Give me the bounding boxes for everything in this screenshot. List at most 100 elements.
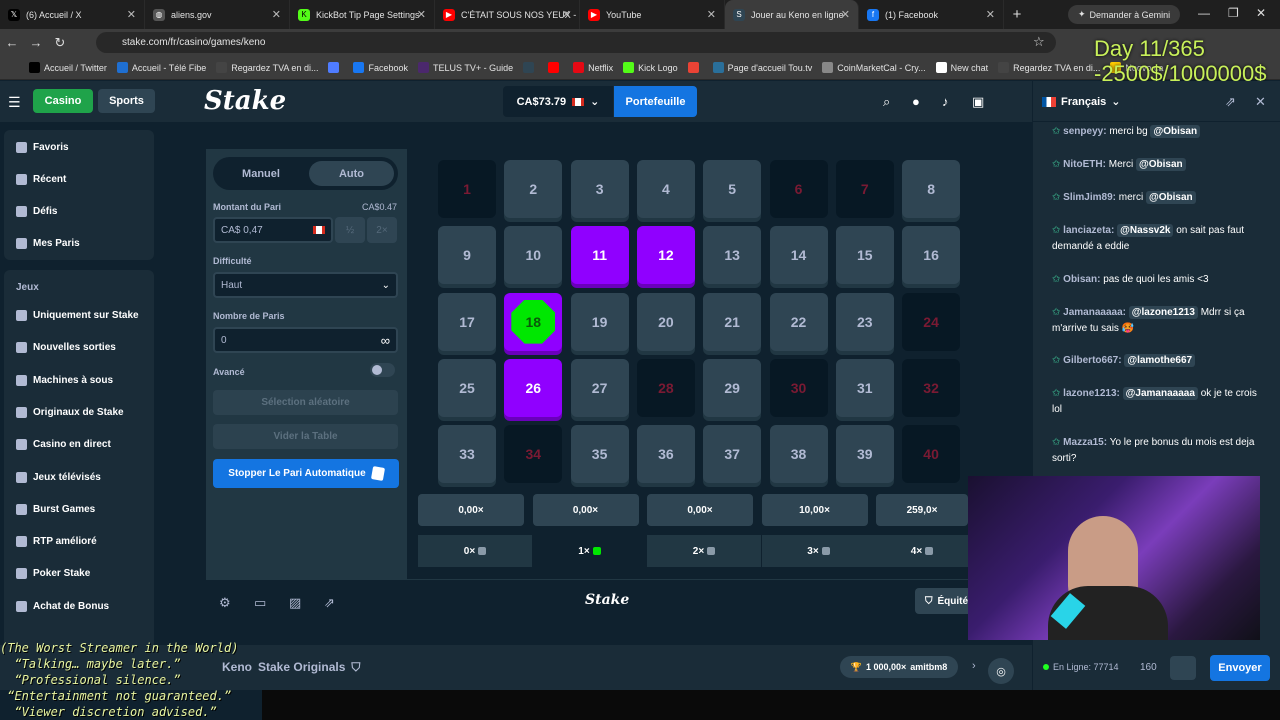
bookmark-item[interactable]: Kick Logo (618, 62, 683, 73)
close-tab-icon[interactable]: ✕ (417, 8, 426, 21)
double-bet-button[interactable]: 2× (367, 217, 397, 243)
stake-logo[interactable]: Stake (204, 86, 286, 116)
back-icon[interactable]: ← (0, 35, 24, 50)
menu-icon[interactable]: ☰ (8, 94, 21, 111)
keno-tile[interactable]: 20 (636, 292, 695, 351)
keno-tile[interactable]: 4 (636, 160, 695, 218)
chat-mention[interactable]: @Jamanaaaaa (1122, 387, 1198, 400)
browser-tab[interactable]: ▶ YouTube ✕ (580, 0, 725, 29)
sidebar-item-récent[interactable]: Récent (16, 174, 66, 185)
sidebar-item-uniquement-sur-stake[interactable]: Uniquement sur Stake (16, 310, 139, 321)
keno-tile[interactable]: 36 (636, 425, 695, 484)
sidebar-item-mes-paris[interactable]: Mes Paris (16, 238, 80, 249)
settings-icon[interactable]: ⚙ (219, 595, 231, 611)
keno-tile[interactable]: 2 (504, 160, 563, 218)
keno-tile[interactable]: 38 (769, 425, 828, 484)
keno-tile[interactable]: 5 (703, 160, 762, 218)
search-icon[interactable]: ⌕ (883, 94, 890, 110)
advanced-toggle[interactable] (370, 363, 395, 377)
close-tab-icon[interactable]: ✕ (272, 8, 281, 21)
keno-tile[interactable]: 13 (703, 226, 762, 285)
chat-username[interactable]: Jamanaaaaa: (1063, 307, 1126, 318)
bookmark-item[interactable] (518, 62, 543, 73)
chat-mention[interactable]: @lamothe667 (1124, 354, 1196, 367)
keno-tile-drawn[interactable]: 1 (438, 160, 496, 218)
keno-tile[interactable]: 9 (438, 226, 496, 285)
popout-icon[interactable]: ⇗ (324, 595, 335, 611)
browser-tab[interactable]: K KickBot Tip Page Settings ✕ (290, 0, 435, 29)
keno-tile[interactable]: 3 (570, 160, 629, 218)
keno-tile[interactable]: 17 (438, 292, 496, 351)
keno-tile-selected[interactable]: 26 (504, 358, 563, 417)
chat-username[interactable]: Obisan: (1063, 274, 1100, 285)
provider-link[interactable]: Stake Originals (258, 660, 345, 675)
sidebar-item-machines-sous[interactable]: Machines à sous (16, 375, 113, 386)
minimize-icon[interactable]: — (1198, 6, 1210, 20)
url-field[interactable]: stake.com/fr/casino/games/keno (96, 32, 1056, 53)
chat-username[interactable]: SlimJim89: (1063, 192, 1116, 203)
new-tab-button[interactable]: + (1004, 6, 1030, 23)
keno-tile[interactable]: 31 (835, 358, 894, 417)
keno-tile[interactable]: 21 (703, 292, 762, 351)
close-tab-icon[interactable]: ✕ (127, 8, 136, 21)
keno-tile[interactable]: 37 (703, 425, 762, 484)
chat-mention[interactable]: @Obisan (1135, 158, 1186, 171)
keno-tile[interactable]: 10 (504, 226, 563, 285)
chat-username[interactable]: NitoETH: (1063, 159, 1106, 170)
bookmark-icon[interactable]: ⛉ (351, 660, 360, 675)
chat-mention[interactable]: @Obisan (1150, 125, 1201, 138)
keno-tile-drawn[interactable]: 34 (504, 425, 563, 484)
bookmark-item[interactable]: Regardez TVA en di... (211, 62, 323, 73)
keno-tile-drawn[interactable]: 32 (902, 358, 961, 417)
bookmark-item[interactable]: Accueil - Télé Fibe (112, 62, 211, 73)
sidebar-item-nouvelles-sorties[interactable]: Nouvelles sorties (16, 342, 116, 353)
half-bet-button[interactable]: ½ (335, 217, 365, 243)
sidebar-item-casino-en-direct[interactable]: Casino en direct (16, 439, 111, 450)
gemini-button[interactable]: ✦ Demander à Gemini (1068, 5, 1181, 24)
keno-tile-selected[interactable]: 12 (636, 226, 695, 285)
balance-selector[interactable]: CA$73.79 ⌄ (503, 86, 613, 117)
keno-tile[interactable]: 39 (835, 425, 894, 484)
sidebar-item-favoris[interactable]: Favoris (16, 142, 69, 153)
keno-tile[interactable]: 22 (769, 292, 828, 351)
bookmark-item[interactable]: Regardez TVA en di... (993, 62, 1105, 73)
chat-username[interactable]: lanciazeta: (1063, 225, 1114, 236)
keno-tile[interactable]: 19 (570, 292, 629, 351)
user-icon[interactable]: ● (912, 94, 920, 109)
bookmark-item[interactable] (323, 62, 348, 73)
keno-tile-drawn[interactable]: 7 (835, 160, 894, 218)
chat-mention[interactable]: @lazone1213 (1128, 306, 1198, 319)
fairness-button[interactable]: ⛉ Équité (915, 588, 975, 614)
close-tab-icon[interactable]: ✕ (562, 8, 571, 21)
clear-table-button[interactable]: Vider la Table (213, 424, 398, 449)
sidebar-item-jeux-t-l-vis-s[interactable]: Jeux télévisés (16, 472, 101, 483)
keno-tile[interactable]: 16 (902, 226, 961, 285)
keno-tile[interactable]: 14 (769, 226, 828, 285)
chevron-right-icon[interactable]: › (972, 660, 976, 672)
close-window-icon[interactable]: ✕ (1256, 6, 1266, 20)
bookmark-star-icon[interactable]: ☆ (1033, 34, 1045, 50)
popout-chat-icon[interactable]: ⇗ (1225, 94, 1236, 110)
sidebar-item-défis[interactable]: Défis (16, 206, 57, 217)
bet-amount-input[interactable]: CA$ 0,47 (213, 217, 333, 243)
browser-tab[interactable]: ▶ C'ÉTAIT SOUS NOS YEUX - ✕ (435, 0, 580, 29)
keno-tile-hit[interactable]: 18 (504, 292, 563, 351)
keno-tile-drawn[interactable]: 24 (902, 292, 961, 351)
chat-rules-icon[interactable] (1170, 656, 1196, 680)
theatre-mode-icon[interactable]: ▭ (254, 595, 266, 611)
big-win-badge[interactable]: 🏆 1 000,00× amitbm8 (840, 656, 958, 678)
bookmark-item[interactable]: CoinMarketCal - Cry... (817, 62, 930, 73)
support-icon[interactable]: ◎ (988, 658, 1014, 684)
forward-icon[interactable]: → (24, 35, 48, 50)
bell-icon[interactable]: ♪ (942, 94, 949, 109)
casino-button[interactable]: Casino (33, 89, 93, 113)
tab-auto[interactable]: Auto (309, 161, 394, 186)
stats-icon[interactable]: ▨ (289, 595, 301, 611)
sidebar-item-achat-de-bonus[interactable]: Achat de Bonus (16, 601, 109, 612)
bookmark-item[interactable]: New chat (931, 62, 994, 73)
sidebar-item-poker-stake[interactable]: Poker Stake (16, 568, 90, 579)
keno-tile[interactable]: 35 (570, 425, 629, 484)
keno-tile-drawn[interactable]: 30 (769, 358, 828, 417)
chat-username[interactable]: Mazza15: (1063, 437, 1107, 448)
close-chat-icon[interactable]: ✕ (1255, 94, 1266, 110)
